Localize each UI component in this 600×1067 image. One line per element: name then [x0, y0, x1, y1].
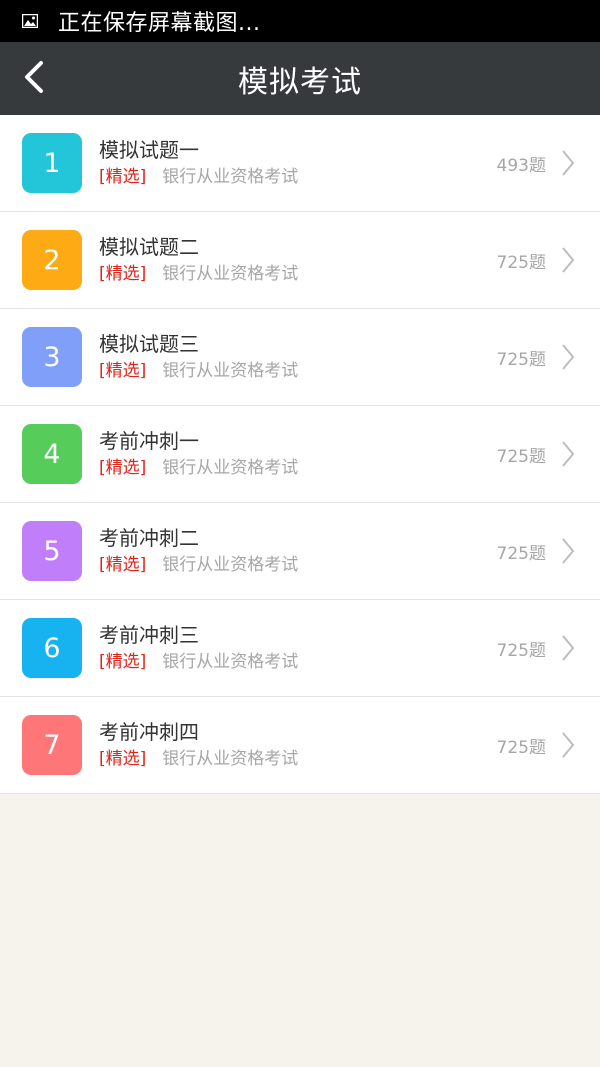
- item-subtitle: 银行从业资格考试: [162, 652, 299, 672]
- item-subtitle-row: [精选] 银行从业资格考试: [99, 359, 497, 383]
- item-subtitle: 银行从业资格考试: [162, 361, 299, 381]
- number-badge: 4: [22, 424, 82, 484]
- chevron-right-icon: [558, 342, 578, 372]
- question-count: 725题: [496, 349, 546, 370]
- item-subtitle-row: [精选] 银行从业资格考试: [99, 650, 497, 674]
- item-title: 考前冲刺四: [99, 720, 199, 744]
- exam-list: 1 模拟试题一 [精选] 银行从业资格考试 493题 2 模拟试题二 [精选] 银行…: [0, 115, 600, 794]
- featured-tag: [精选]: [99, 458, 147, 478]
- item-subtitle: 银行从业资格考试: [162, 555, 299, 575]
- list-item[interactable]: 4 考前冲刺一 [精选] 银行从业资格考试 725题: [0, 406, 600, 503]
- question-count: 725题: [496, 737, 546, 758]
- featured-tag: [精选]: [99, 361, 147, 381]
- item-subtitle-row: [精选] 银行从业资格考试: [99, 165, 497, 189]
- item-body: 考前冲刺四 [精选] 银行从业资格考试: [99, 719, 497, 771]
- question-count: 725题: [496, 252, 546, 273]
- chevron-right-icon: [558, 730, 578, 760]
- item-title: 模拟试题三: [99, 332, 199, 356]
- list-item[interactable]: 2 模拟试题二 [精选] 银行从业资格考试 725题: [0, 212, 600, 309]
- question-count: 493题: [496, 155, 546, 176]
- item-subtitle: 银行从业资格考试: [162, 167, 299, 187]
- title-bar: 模拟考试: [0, 42, 600, 115]
- item-body: 模拟试题一 [精选] 银行从业资格考试: [99, 137, 497, 189]
- list-item[interactable]: 3 模拟试题三 [精选] 银行从业资格考试 725题: [0, 309, 600, 406]
- number-badge: 6: [22, 618, 82, 678]
- chevron-left-icon: [23, 60, 45, 98]
- item-subtitle-row: [精选] 银行从业资格考试: [99, 553, 497, 577]
- featured-tag: [精选]: [99, 264, 147, 284]
- item-title: 模拟试题一: [99, 138, 199, 162]
- item-subtitle: 银行从业资格考试: [162, 458, 299, 478]
- item-subtitle-row: [精选] 银行从业资格考试: [99, 456, 497, 480]
- number-badge: 2: [22, 230, 82, 290]
- featured-tag: [精选]: [99, 652, 147, 672]
- list-item[interactable]: 6 考前冲刺三 [精选] 银行从业资格考试 725题: [0, 600, 600, 697]
- item-title: 考前冲刺三: [99, 623, 199, 647]
- item-subtitle-row: [精选] 银行从业资格考试: [99, 262, 497, 286]
- list-item[interactable]: 1 模拟试题一 [精选] 银行从业资格考试 493题: [0, 115, 600, 212]
- status-text: 正在保存屏幕截图...: [58, 11, 261, 36]
- item-body: 考前冲刺二 [精选] 银行从业资格考试: [99, 525, 497, 577]
- featured-tag: [精选]: [99, 749, 147, 769]
- item-body: 模拟试题二 [精选] 银行从业资格考试: [99, 234, 497, 286]
- item-body: 考前冲刺一 [精选] 银行从业资格考试: [99, 428, 497, 480]
- item-body: 模拟试题三 [精选] 银行从业资格考试: [99, 331, 497, 383]
- chevron-right-icon: [558, 439, 578, 469]
- number-badge: 3: [22, 327, 82, 387]
- number-badge: 1: [22, 133, 82, 193]
- item-subtitle: 银行从业资格考试: [162, 264, 299, 284]
- chevron-right-icon: [558, 633, 578, 663]
- list-item[interactable]: 5 考前冲刺二 [精选] 银行从业资格考试 725题: [0, 503, 600, 600]
- item-title: 模拟试题二: [99, 235, 199, 259]
- back-button[interactable]: [8, 42, 60, 115]
- item-subtitle: 银行从业资格考试: [162, 749, 299, 769]
- item-subtitle-row: [精选] 银行从业资格考试: [99, 747, 497, 771]
- item-title: 考前冲刺二: [99, 526, 199, 550]
- item-body: 考前冲刺三 [精选] 银行从业资格考试: [99, 622, 497, 674]
- featured-tag: [精选]: [99, 167, 147, 187]
- item-title: 考前冲刺一: [99, 429, 199, 453]
- page-title: 模拟考试: [238, 64, 362, 100]
- number-badge: 7: [22, 715, 82, 775]
- chevron-right-icon: [558, 536, 578, 566]
- question-count: 725题: [496, 543, 546, 564]
- question-count: 725题: [496, 446, 546, 467]
- list-item[interactable]: 7 考前冲刺四 [精选] 银行从业资格考试 725题: [0, 697, 600, 794]
- question-count: 725题: [496, 640, 546, 661]
- number-badge: 5: [22, 521, 82, 581]
- chevron-right-icon: [558, 148, 578, 178]
- image-icon: [22, 14, 38, 28]
- chevron-right-icon: [558, 245, 578, 275]
- status-bar: 正在保存屏幕截图...: [0, 0, 600, 42]
- featured-tag: [精选]: [99, 555, 147, 575]
